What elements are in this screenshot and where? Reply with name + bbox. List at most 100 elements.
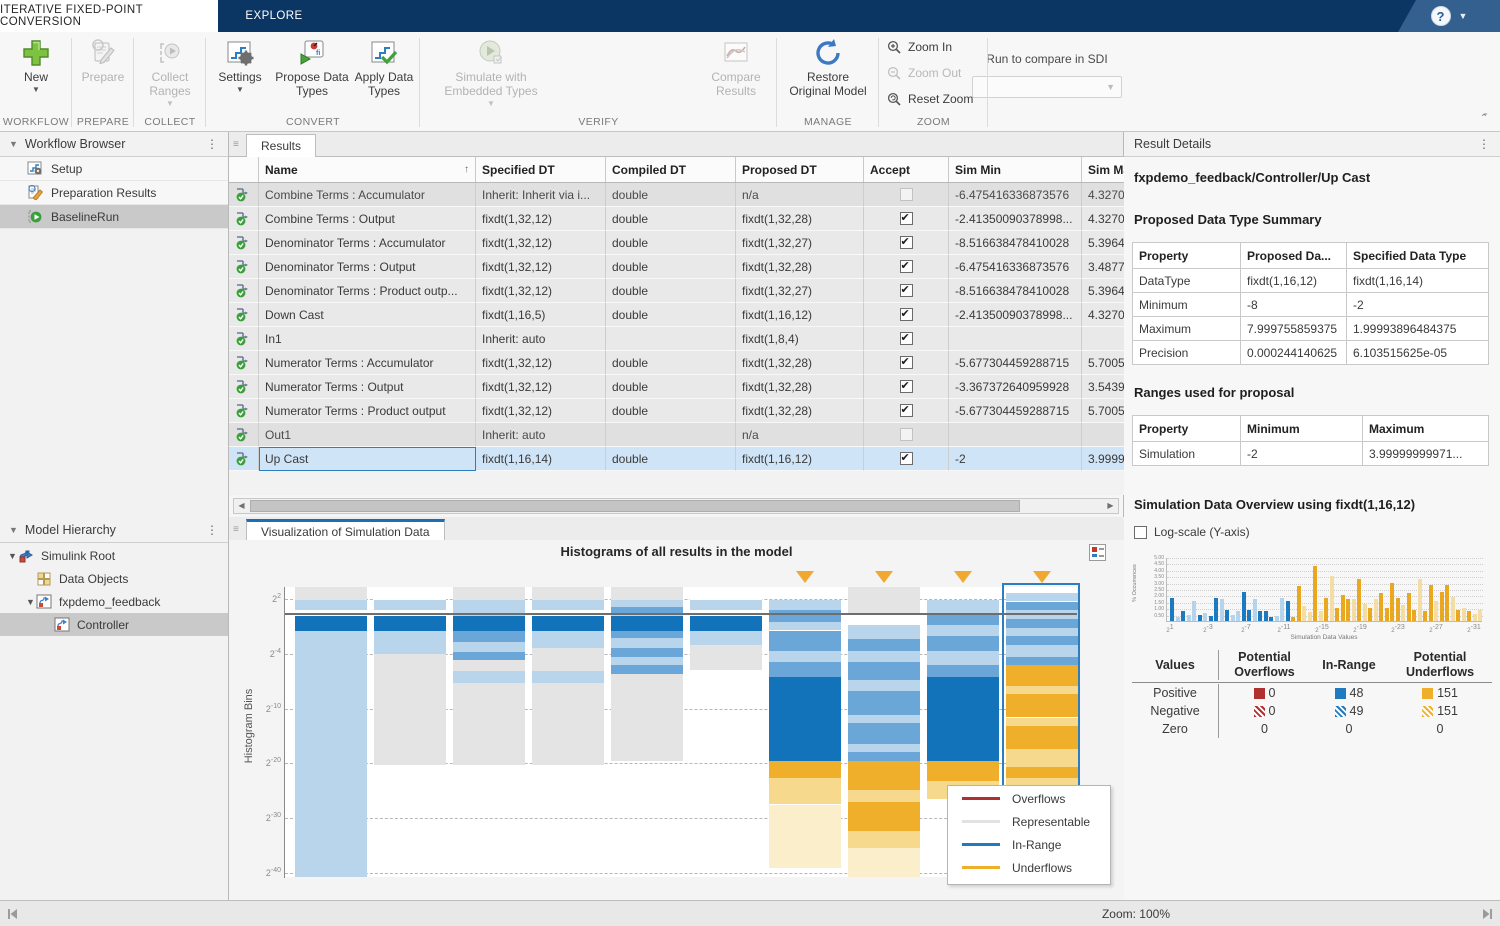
result-details-panel: Result Details ⋮ fxpdemo_feedback/Contro… [1124, 132, 1500, 900]
values-column-header: In-Range [1322, 657, 1376, 672]
accept-checkbox[interactable] [899, 283, 913, 297]
table-row[interactable]: Denominator Terms : Product outp... fixdt… [229, 279, 1124, 303]
zoom-in-button[interactable]: Zoom In [887, 36, 952, 58]
column-header-Sim Max[interactable]: Sim Max [1082, 157, 1124, 182]
collapse-right-icon[interactable] [1480, 907, 1494, 921]
table-row[interactable]: Denominator Terms : Output fixdt(1,32,12)… [229, 255, 1124, 279]
table-row[interactable]: Numerator Terms : Accumulator fixdt(1,32,… [229, 351, 1124, 375]
histogram-column-1[interactable] [295, 587, 367, 877]
column-header-Compiled DT[interactable]: Compiled DT [606, 157, 736, 182]
tree-item-fxpdemo_feedback[interactable]: ▼ fxpdemo_feedback [0, 590, 228, 613]
cell-compiled-dt: double [606, 447, 736, 471]
tree-expander-icon[interactable]: ▼ [8, 551, 18, 561]
scroll-left-icon[interactable]: ◀ [234, 499, 249, 513]
panel-grip-icon[interactable]: ≡ [233, 524, 239, 535]
scroll-right-icon[interactable]: ▶ [1103, 499, 1118, 513]
histogram-segment [611, 674, 683, 761]
table-row[interactable]: Up Cast fixdt(1,16,14) double fixdt(1,16,12… [229, 447, 1124, 471]
histogram-column-6[interactable] [690, 587, 762, 877]
cell-sim-max: 3.9999 [1082, 447, 1124, 471]
log-scale-checkbox[interactable] [1134, 525, 1147, 539]
table-row[interactable]: In1 Inherit: auto fixdt(1,8,4) [229, 327, 1124, 351]
sidebar-item-setup[interactable]: Setup [0, 157, 228, 181]
histogram-column-3[interactable] [453, 587, 525, 877]
accept-checkbox[interactable] [899, 211, 913, 225]
table-row[interactable]: Numerator Terms : Output fixdt(1,32,12) do… [229, 375, 1124, 399]
column-header-Name[interactable]: Name ↑ [259, 157, 476, 182]
column-header-Sim Min[interactable]: Sim Min [949, 157, 1082, 182]
table-row[interactable]: Out1 Inherit: auto n/a [229, 423, 1124, 447]
sidebar-item-baselinerun[interactable]: BaselineRun [0, 205, 228, 229]
result-details-menu-icon[interactable]: ⋮ [1478, 137, 1490, 151]
prepare-button[interactable]: Prepare [78, 38, 128, 84]
sort-ascending-icon[interactable]: ↑ [464, 164, 469, 175]
sdi-combobox[interactable]: ▼ [972, 76, 1122, 98]
detail-cell: -8 [1241, 293, 1347, 317]
legend-toggle-button[interactable] [1089, 544, 1106, 561]
table-row[interactable]: Denominator Terms : Accumulator fixdt(1,3… [229, 231, 1124, 255]
horizontal-scrollbar[interactable]: ◀ ▶ [233, 498, 1119, 514]
detail-cell: -2 [1241, 442, 1363, 466]
histogram-column-5[interactable] [611, 587, 683, 877]
column-header-Proposed DT[interactable]: Proposed DT [736, 157, 864, 182]
reset-zoom-button[interactable]: Reset Zoom [887, 88, 973, 110]
table-row[interactable]: Combine Terms : Accumulator Inherit: Inhe… [229, 183, 1124, 207]
tab-visualization[interactable]: Visualization of Simulation Data [246, 519, 445, 542]
model-hierarchy-menu-icon[interactable]: ⋮ [206, 523, 218, 537]
scrollbar-thumb[interactable] [250, 500, 1020, 512]
model-hierarchy-title: Model Hierarchy [24, 523, 116, 537]
tab-explore[interactable]: EXPLORE [218, 0, 330, 32]
table-row[interactable]: Numerator Terms : Product output fixdt(1,… [229, 399, 1124, 423]
cell-name: Up Cast [259, 447, 476, 471]
sidebar-item-preparation-results[interactable]: Preparation Results [0, 181, 228, 205]
tree-expander-icon[interactable]: ▼ [26, 597, 36, 607]
collect-ranges-button[interactable]: Collect Ranges ▼ [140, 38, 200, 108]
zoom-out-button[interactable]: Zoom Out [887, 62, 961, 84]
histogram-column-2[interactable] [374, 587, 446, 877]
accept-checkbox[interactable] [899, 355, 913, 369]
tree-item-simulink-root[interactable]: ▼ Simulink Root [0, 544, 228, 567]
restore-original-model-button[interactable]: Restore Original Model [785, 38, 871, 98]
accept-checkbox[interactable] [899, 451, 913, 465]
column-header-Specified DT[interactable]: Specified DT [476, 157, 606, 182]
table-row[interactable]: Combine Terms : Output fixdt(1,32,12) doub… [229, 207, 1124, 231]
histogram-segment [848, 587, 920, 614]
settings-button[interactable]: Settings ▼ [212, 38, 268, 94]
apply-data-types-button[interactable]: Apply Data Types [352, 38, 416, 98]
detail-table-row: Simulation -2 3.99999999971... [1133, 442, 1489, 466]
accept-checkbox[interactable] [899, 403, 913, 417]
compare-results-button[interactable]: Compare Results [704, 38, 768, 98]
chevron-down-icon[interactable]: ▼ [9, 139, 18, 149]
simulate-embedded-button[interactable]: Simulate with Embedded Types ▼ [432, 38, 550, 108]
tab-results[interactable]: Results [246, 134, 317, 157]
detail-cell: Simulation [1133, 442, 1241, 466]
run-to-compare-label: Run to compare in SDI [986, 52, 1108, 66]
propose-data-types-button[interactable]: fi Propose Data Types [274, 38, 350, 98]
tree-item-data-objects[interactable]: Data Objects [0, 567, 228, 590]
accept-checkbox[interactable] [899, 331, 913, 345]
column-header-icon[interactable] [229, 157, 259, 182]
tab-iterative-fixed-point-conversion[interactable]: ITERATIVE FIXED-POINT CONVERSION [0, 0, 218, 32]
chevron-down-icon[interactable]: ▼ [9, 525, 18, 535]
help-caret-icon[interactable]: ▼ [1459, 11, 1468, 21]
histogram-column-8[interactable] [848, 571, 920, 877]
tree-item-controller[interactable]: Controller [0, 613, 228, 636]
collapse-left-icon[interactable] [6, 907, 20, 921]
panel-grip-icon[interactable]: ≡ [233, 139, 239, 150]
accept-checkbox[interactable] [899, 307, 913, 321]
column-header-Accept[interactable]: Accept [864, 157, 949, 182]
histogram-column-7[interactable] [769, 571, 841, 877]
accept-checkbox[interactable] [899, 259, 913, 273]
y-tick-label: 2-20 [265, 757, 281, 769]
legend-item-underflows: Underflows [948, 857, 1110, 878]
cell-sim-max [1082, 327, 1124, 351]
histogram-column-4[interactable] [532, 587, 604, 877]
accept-checkbox[interactable] [899, 379, 913, 393]
new-button[interactable]: New ▼ [10, 38, 62, 94]
table-row[interactable]: Down Cast fixdt(1,16,5) double fixdt(1,16,1… [229, 303, 1124, 327]
accept-checkbox[interactable] [899, 235, 913, 249]
workflow-browser-menu-icon[interactable]: ⋮ [206, 137, 218, 151]
cell-accept [864, 183, 949, 207]
collapse-ribbon-button[interactable]: ⌃̄ [1476, 113, 1492, 127]
help-button[interactable]: ? [1430, 6, 1451, 26]
